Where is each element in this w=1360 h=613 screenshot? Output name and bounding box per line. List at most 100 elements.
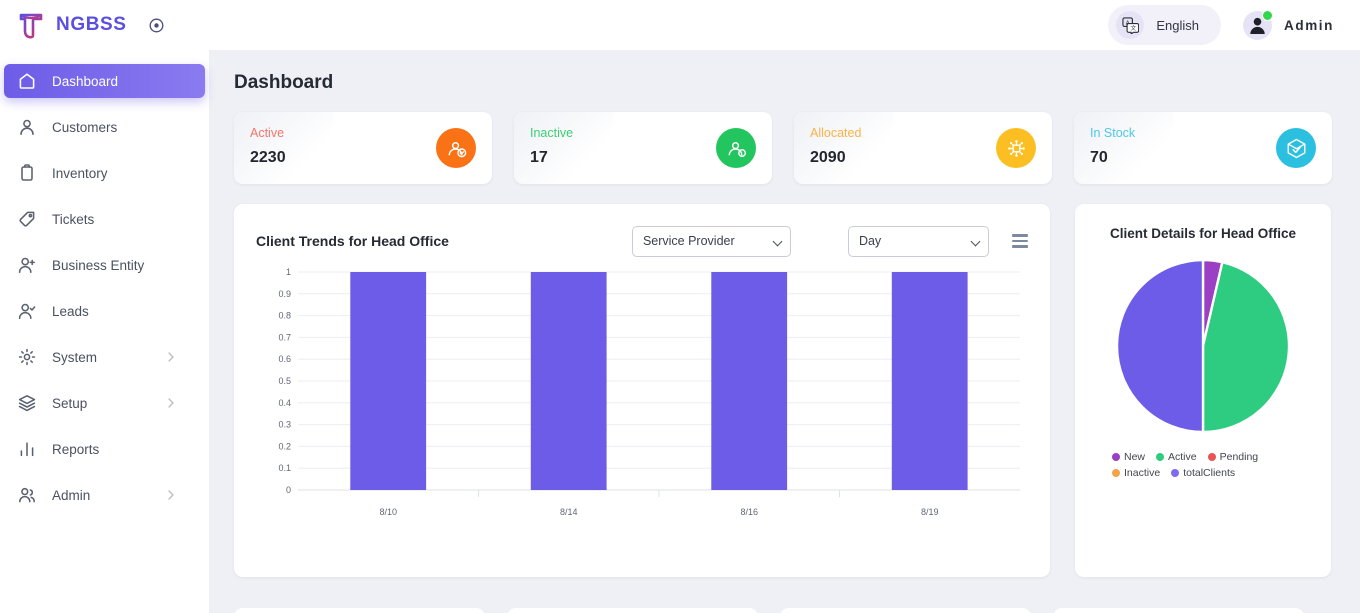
legend-color-dot xyxy=(1112,469,1120,477)
sidebar: NGBSS Dashboard Customers Inventory Tick… xyxy=(0,0,209,613)
legend-item-pending[interactable]: Pending xyxy=(1207,451,1259,463)
legend-item-new[interactable]: New xyxy=(1112,451,1145,463)
chevron-right-icon xyxy=(165,397,191,409)
sidebar-item-dashboard[interactable]: Dashboard xyxy=(4,64,205,98)
svg-text:0.2: 0.2 xyxy=(278,441,291,451)
legend-item-totalclients[interactable]: totalClients xyxy=(1171,467,1235,479)
svg-text:8/16: 8/16 xyxy=(741,507,759,517)
bar-chart: 1 0.9 0.8 0.7 0.6 0.5 0.4 0.3 0.2 0.1 0 8/10 8/14 8/1… xyxy=(256,264,1028,539)
legend-label: Active xyxy=(1168,451,1197,463)
sidebar-item-leads[interactable]: Leads xyxy=(4,294,205,328)
legend-color-dot xyxy=(1112,453,1120,461)
sidebar-item-label: Business Entity xyxy=(52,257,145,273)
peek-card xyxy=(1053,608,1304,613)
tag-icon xyxy=(18,210,36,228)
svg-text:0.1: 0.1 xyxy=(278,463,291,473)
legend-item-inactive[interactable]: Inactive xyxy=(1112,467,1160,479)
sidebar-item-reports[interactable]: Reports xyxy=(4,432,205,466)
legend-label: Pending xyxy=(1219,451,1259,463)
sidebar-item-label: Admin xyxy=(52,487,91,503)
users-icon xyxy=(18,486,36,504)
stat-card-active[interactable]: Active 2230 xyxy=(234,112,492,184)
svg-text:0.9: 0.9 xyxy=(278,289,291,299)
svg-text:8/19: 8/19 xyxy=(921,507,939,517)
box-check-icon xyxy=(1276,128,1316,168)
home-icon xyxy=(18,72,36,90)
stat-card-inactive[interactable]: Inactive 17 xyxy=(514,112,772,184)
svg-text:0.6: 0.6 xyxy=(278,354,291,364)
svg-text:0.5: 0.5 xyxy=(278,376,291,386)
legend-label: Inactive xyxy=(1124,467,1161,479)
svg-text:0.4: 0.4 xyxy=(278,398,291,408)
gear-icon xyxy=(18,348,36,366)
stat-card-allocated[interactable]: Allocated 2090 xyxy=(794,112,1052,184)
user-plus-icon xyxy=(18,256,36,274)
stat-card-in-stock[interactable]: In Stock 70 xyxy=(1074,112,1332,184)
legend-color-dot xyxy=(1171,469,1180,477)
sidebar-item-label: Customers xyxy=(52,119,118,135)
client-trends-panel: Client Trends for Head Office Service Pr… xyxy=(234,204,1050,577)
language-label: English xyxy=(1156,17,1199,33)
user-menu[interactable]: Admin xyxy=(1243,9,1334,40)
top-header: A 文 English Admin xyxy=(209,0,1360,50)
sidebar-item-business-entity[interactable]: Business Entity xyxy=(4,248,205,282)
panels: Client Trends for Head Office Service Pr… xyxy=(234,204,1332,577)
sidebar-nav: Dashboard Customers Inventory Tickets Bu… xyxy=(0,50,209,512)
user-icon xyxy=(18,118,36,136)
svg-text:8/10: 8/10 xyxy=(380,507,398,517)
provider-select-wrap: Service Provider xyxy=(631,225,791,257)
pie-chart xyxy=(1089,255,1317,437)
sidebar-item-label: System xyxy=(52,349,98,365)
language-selector[interactable]: A 文 English xyxy=(1108,5,1221,45)
sidebar-item-inventory[interactable]: Inventory xyxy=(4,156,205,190)
user-check-icon xyxy=(18,302,36,320)
chevron-right-icon xyxy=(165,351,191,363)
legend-label: totalClients xyxy=(1183,467,1236,479)
svg-text:0.8: 0.8 xyxy=(278,311,291,321)
circle-target-icon[interactable] xyxy=(149,18,164,33)
legend-item-active[interactable]: Active xyxy=(1156,451,1197,463)
sidebar-item-tickets[interactable]: Tickets xyxy=(4,202,205,236)
svg-text:8/14: 8/14 xyxy=(560,507,578,517)
svg-text:文: 文 xyxy=(1130,24,1136,32)
sidebar-item-setup[interactable]: Setup xyxy=(4,386,205,420)
svg-text:1: 1 xyxy=(286,267,291,277)
sidebar-item-system[interactable]: System xyxy=(4,340,205,374)
peek-card xyxy=(507,608,758,613)
peek-card xyxy=(234,608,485,613)
peek-card xyxy=(780,608,1031,613)
period-select-wrap: Day xyxy=(847,225,989,257)
layers-icon xyxy=(18,394,36,412)
svg-text:0: 0 xyxy=(286,485,291,495)
status-badge xyxy=(1262,9,1273,21)
details-title: Client Details for Head Office xyxy=(1109,226,1297,241)
legend-label: New xyxy=(1124,451,1146,463)
sidebar-item-label: Tickets xyxy=(52,211,95,227)
sidebar-item-label: Inventory xyxy=(52,165,108,181)
hamburger-menu-icon[interactable] xyxy=(1012,233,1028,249)
brand: NGBSS xyxy=(0,0,209,50)
sidebar-item-admin[interactable]: Admin xyxy=(4,478,205,512)
legend-color-dot xyxy=(1156,453,1165,461)
avatar xyxy=(1243,9,1273,40)
svg-text:0.7: 0.7 xyxy=(278,332,291,342)
sidebar-item-label: Setup xyxy=(52,395,88,411)
sidebar-item-label: Leads xyxy=(52,303,89,319)
stat-cards: Active 2230 Inactive 17 Allocated 2090 I… xyxy=(234,112,1332,184)
trends-title: Client Trends for Head Office xyxy=(256,233,449,249)
main-content: Dashboard Active 2230 Inactive 17 Alloca… xyxy=(209,50,1360,613)
legend-color-dot xyxy=(1207,453,1216,461)
page-title: Dashboard xyxy=(234,72,334,93)
provider-select[interactable]: Service Provider xyxy=(631,225,791,257)
user-name: Admin xyxy=(1284,17,1334,33)
translate-icon: A 文 xyxy=(1116,11,1145,39)
chevron-right-icon xyxy=(165,489,191,501)
period-select[interactable]: Day xyxy=(847,225,989,257)
network-node-icon xyxy=(996,128,1036,168)
dashboard-page: NGBSS Dashboard Customers Inventory Tick… xyxy=(0,0,1360,613)
clipboard-icon xyxy=(18,164,36,182)
user-circle-icon xyxy=(716,128,756,168)
bar-chart-icon xyxy=(18,440,36,458)
sidebar-item-customers[interactable]: Customers xyxy=(4,110,205,144)
user-check-circle-icon xyxy=(436,128,476,168)
